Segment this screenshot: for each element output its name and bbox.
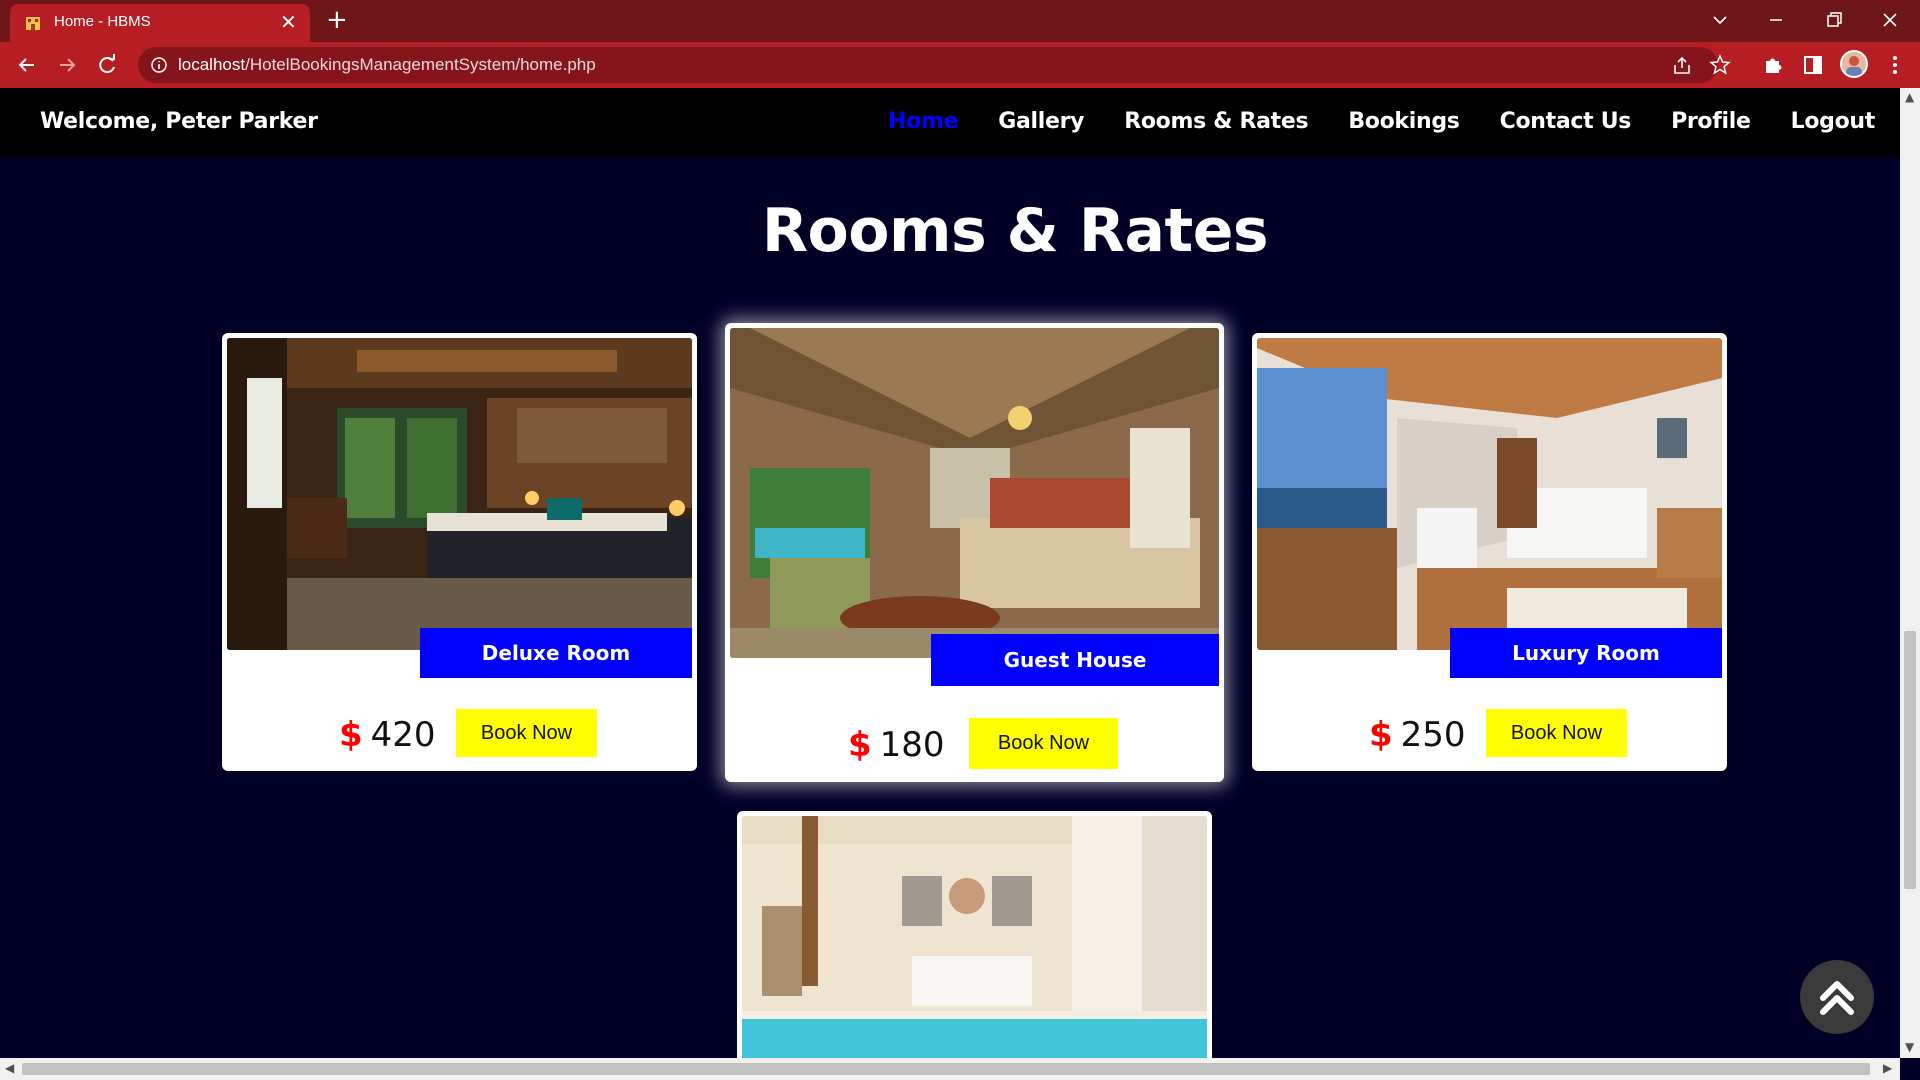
vertical-scroll-thumb[interactable] xyxy=(1904,631,1916,889)
scroll-right-arrow-icon[interactable]: ▶ xyxy=(1883,1061,1892,1075)
room-card-guest-house: Guest House $180 Book Now xyxy=(725,323,1224,782)
room-photo-luxury xyxy=(1257,338,1722,650)
scroll-to-top-button[interactable] xyxy=(1800,960,1874,1034)
site-navbar: Welcome, Peter Parker Home Gallery Rooms… xyxy=(0,88,1900,157)
back-arrow-icon[interactable] xyxy=(14,52,40,78)
room-name-tag: Luxury Room xyxy=(1450,628,1722,678)
horizontal-scroll-thumb[interactable] xyxy=(22,1063,1870,1075)
browser-menu-icon[interactable] xyxy=(1882,52,1908,78)
currency-symbol: $ xyxy=(339,715,363,755)
section-title: Rooms & Rates xyxy=(761,196,1269,266)
close-window-icon[interactable] xyxy=(1870,8,1910,32)
double-chevron-up-icon xyxy=(1820,981,1854,1015)
nav-link-home[interactable]: Home xyxy=(888,109,958,134)
room-photo-guest-house xyxy=(730,328,1219,658)
nav-link-logout[interactable]: Logout xyxy=(1791,109,1876,134)
scroll-up-arrow-icon[interactable]: ▲ xyxy=(1905,90,1914,104)
nav-links: Home Gallery Rooms & Rates Bookings Cont… xyxy=(888,109,1875,134)
price-value: 250 xyxy=(1400,715,1466,755)
restore-icon[interactable] xyxy=(1813,8,1853,32)
welcome-text: Welcome, Peter Parker xyxy=(40,109,318,134)
room-card-deluxe: Deluxe Room $420 Book Now xyxy=(222,333,697,771)
room-card-pool-suite xyxy=(737,811,1212,1058)
book-now-button[interactable]: Book Now xyxy=(1486,709,1627,757)
bookmark-star-icon[interactable] xyxy=(1709,54,1731,76)
page-viewport: Welcome, Peter Parker Home Gallery Rooms… xyxy=(0,88,1900,1058)
share-icon[interactable] xyxy=(1671,55,1693,77)
reload-icon[interactable] xyxy=(94,52,120,78)
side-panel-icon[interactable] xyxy=(1800,52,1826,78)
price-value: 180 xyxy=(879,725,945,765)
room-card-luxury: Luxury Room $250 Book Now xyxy=(1252,333,1727,771)
nav-link-bookings[interactable]: Bookings xyxy=(1348,109,1460,134)
horizontal-scrollbar[interactable]: ◀ ▶ xyxy=(0,1058,1900,1080)
room-price: $250 xyxy=(1369,715,1466,755)
nav-link-rooms-rates[interactable]: Rooms & Rates xyxy=(1124,109,1308,134)
room-price: $420 xyxy=(339,715,436,755)
room-name-tag: Deluxe Room xyxy=(420,628,692,678)
room-photo-pool-suite xyxy=(742,816,1207,1058)
room-photo-deluxe xyxy=(227,338,692,650)
nav-link-profile[interactable]: Profile xyxy=(1671,109,1751,134)
forward-arrow-icon[interactable] xyxy=(54,52,80,78)
book-now-button[interactable]: Book Now xyxy=(456,709,597,757)
scroll-left-arrow-icon[interactable]: ◀ xyxy=(5,1061,14,1075)
price-value: 420 xyxy=(370,715,436,755)
nav-link-contact-us[interactable]: Contact Us xyxy=(1500,109,1632,134)
browser-tab-strip: Home - HBMS ✕ + xyxy=(0,0,1920,42)
new-tab-icon[interactable]: + xyxy=(326,6,348,34)
room-name-tag: Guest House xyxy=(931,634,1219,686)
currency-symbol: $ xyxy=(848,725,872,765)
tab-title: Home - HBMS xyxy=(54,13,151,30)
book-now-button[interactable]: Book Now xyxy=(969,718,1118,769)
vertical-scrollbar[interactable]: ▲ ▼ xyxy=(1900,88,1920,1058)
browser-tab[interactable]: Home - HBMS ✕ xyxy=(10,4,310,42)
scroll-down-arrow-icon[interactable]: ▼ xyxy=(1905,1040,1914,1054)
browser-toolbar: localhost/HotelBookingsManagementSystem/… xyxy=(0,42,1920,88)
hotel-favicon-icon xyxy=(26,17,40,30)
minimize-icon[interactable] xyxy=(1756,8,1796,32)
url-text[interactable]: localhost/HotelBookingsManagementSystem/… xyxy=(178,55,596,75)
nav-link-gallery[interactable]: Gallery xyxy=(998,109,1084,134)
room-price: $180 xyxy=(848,725,945,765)
currency-symbol: $ xyxy=(1369,715,1393,755)
tab-close-icon[interactable]: ✕ xyxy=(280,10,297,34)
address-bar[interactable]: localhost/HotelBookingsManagementSystem/… xyxy=(138,47,1731,83)
site-info-icon[interactable] xyxy=(150,56,168,74)
tab-search-chevron-icon[interactable] xyxy=(1700,8,1740,32)
profile-avatar[interactable] xyxy=(1840,50,1868,78)
extensions-puzzle-icon[interactable] xyxy=(1760,52,1786,78)
